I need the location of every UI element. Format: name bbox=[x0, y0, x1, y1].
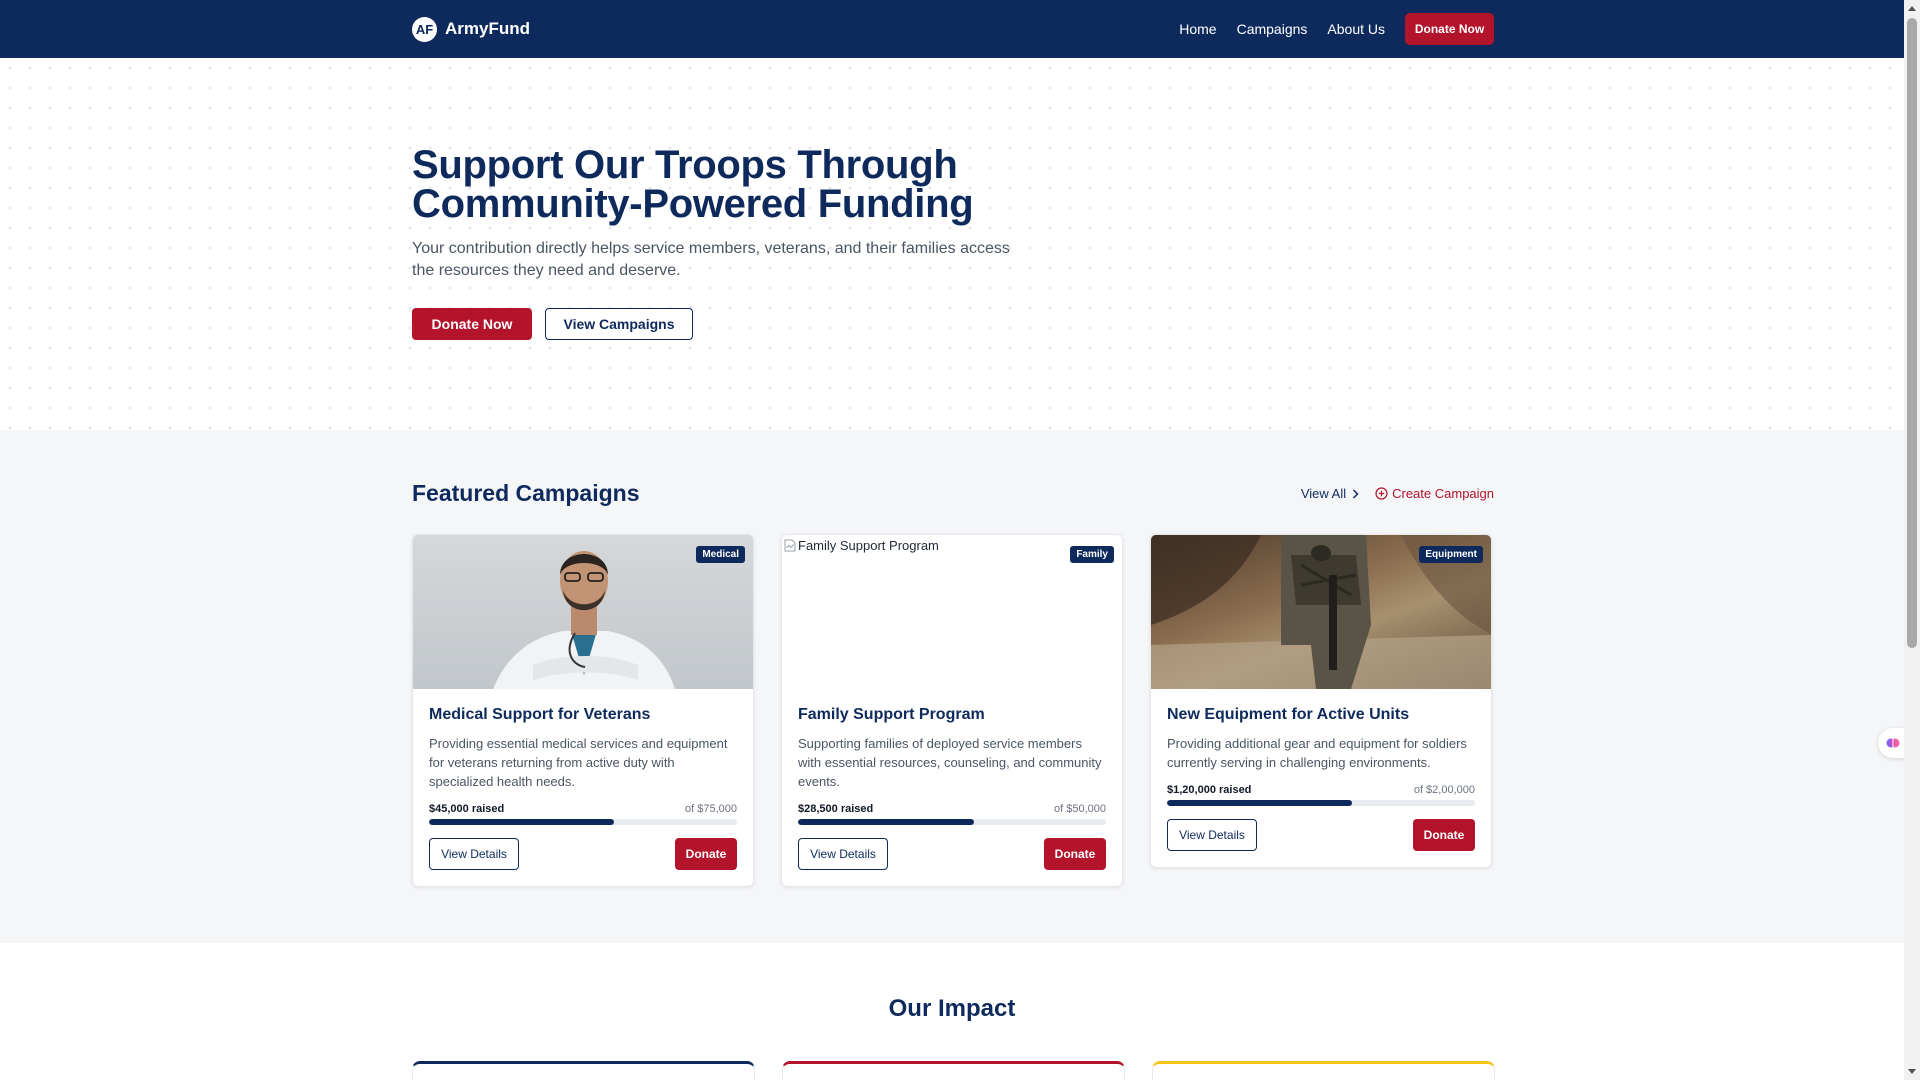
campaign-card-medical: Medical Medical Support for Veterans Pro… bbox=[412, 534, 754, 887]
progress-labels: $1,20,000 raised of $2,00,000 bbox=[1167, 784, 1475, 796]
hero-content: Support Our Troops Through Community-Pow… bbox=[412, 143, 1052, 340]
brand-logo[interactable]: AF ArmyFund bbox=[412, 16, 530, 42]
progress-bar bbox=[429, 819, 737, 825]
broken-image-icon bbox=[784, 539, 796, 552]
impact-card bbox=[412, 1061, 755, 1080]
scroll-down-arrow-icon[interactable] bbox=[1908, 1069, 1916, 1074]
donate-button[interactable]: Donate bbox=[675, 838, 737, 870]
progress-labels: $45,000 raised of $75,000 bbox=[429, 803, 737, 815]
navbar-inner: AF ArmyFund Home Campaigns About Us Dona… bbox=[412, 0, 1494, 58]
nav-link-home[interactable]: Home bbox=[1179, 21, 1216, 37]
broken-image: Family Support Program bbox=[784, 538, 939, 553]
impact-title: Our Impact bbox=[888, 995, 1016, 1022]
view-details-button[interactable]: View Details bbox=[429, 838, 519, 870]
raised-amount: $1,20,000 raised bbox=[1167, 784, 1252, 796]
logo-mark: AF bbox=[412, 16, 437, 42]
nav-links: Home Campaigns About Us Donate Now bbox=[1159, 13, 1494, 45]
progress-labels: $28,500 raised of $50,000 bbox=[798, 803, 1106, 815]
card-title: New Equipment for Active Units bbox=[1167, 706, 1410, 723]
progress-fill bbox=[429, 819, 614, 825]
view-details-button[interactable]: View Details bbox=[1167, 819, 1257, 851]
category-badge-equipment: Equipment bbox=[1419, 546, 1483, 563]
hero-view-campaigns-button[interactable]: View Campaigns bbox=[545, 308, 693, 340]
card-body: New Equipment for Active Units Providing… bbox=[1151, 689, 1491, 867]
hero-donate-button[interactable]: Donate Now bbox=[412, 308, 532, 340]
chevron-right-icon bbox=[1353, 488, 1359, 499]
scrollbar-thumb[interactable] bbox=[1907, 18, 1917, 648]
page-scrollbar[interactable] bbox=[1904, 0, 1920, 1080]
plus-circle-icon bbox=[1375, 487, 1388, 500]
card-title: Medical Support for Veterans bbox=[429, 706, 651, 723]
campaign-image-family: Family Support Program Family bbox=[782, 535, 1122, 689]
create-campaign-label: Create Campaign bbox=[1392, 486, 1494, 501]
brain-icon bbox=[1886, 738, 1900, 748]
nav-link-about[interactable]: About Us bbox=[1327, 21, 1385, 37]
hero-title: Support Our Troops Through Community-Pow… bbox=[412, 143, 1052, 226]
campaign-cards: Medical Medical Support for Veterans Pro… bbox=[412, 534, 1494, 887]
hero-subtitle: Your contribution directly helps service… bbox=[412, 240, 1010, 279]
card-actions: View Details Donate bbox=[798, 838, 1106, 870]
featured-header: Featured Campaigns View All Create Campa… bbox=[412, 480, 1494, 507]
view-all-label: View All bbox=[1300, 486, 1347, 501]
card-actions: View Details Donate bbox=[1167, 819, 1475, 851]
campaign-card-equipment: Equipment New Equipment for Active Units… bbox=[1150, 534, 1492, 868]
card-title: Family Support Program bbox=[798, 706, 985, 723]
progress-bar bbox=[798, 819, 1106, 825]
donate-button[interactable]: Donate bbox=[1044, 838, 1106, 870]
hero-title-line-1: Support Our Troops Through bbox=[412, 143, 958, 187]
card-body: Family Support Program Supporting famili… bbox=[782, 689, 1122, 886]
image-alt-text: Family Support Program bbox=[798, 538, 939, 553]
card-description: Supporting families of deployed service … bbox=[798, 736, 1102, 789]
featured-campaigns-section: Featured Campaigns View All Create Campa… bbox=[0, 430, 1904, 943]
progress-bar bbox=[1167, 800, 1475, 806]
card-description: Providing additional gear and equipment … bbox=[1167, 736, 1467, 770]
card-body: Medical Support for Veterans Providing e… bbox=[413, 689, 753, 886]
impact-cards bbox=[412, 1061, 1495, 1080]
create-campaign-link[interactable]: Create Campaign bbox=[1375, 486, 1494, 501]
impact-card bbox=[782, 1061, 1125, 1080]
card-description: Providing essential medical services and… bbox=[429, 736, 728, 789]
raised-amount: $28,500 raised bbox=[798, 803, 874, 815]
raised-amount: $45,000 raised bbox=[429, 803, 505, 815]
featured-links: View All Create Campaign bbox=[1301, 486, 1494, 501]
impact-card bbox=[1152, 1061, 1495, 1080]
hero-actions: Donate Now View Campaigns bbox=[412, 308, 1052, 340]
campaign-image-equipment: Equipment bbox=[1151, 535, 1491, 689]
featured-title: Featured Campaigns bbox=[412, 480, 640, 506]
view-details-button[interactable]: View Details bbox=[798, 838, 888, 870]
donate-button[interactable]: Donate bbox=[1413, 819, 1475, 851]
category-badge-family: Family bbox=[1070, 546, 1114, 563]
brand-name: ArmyFund bbox=[445, 19, 530, 38]
goal-amount: of $2,00,000 bbox=[1413, 784, 1475, 796]
hero-title-line-2: Community-Powered Funding bbox=[412, 182, 974, 226]
nav-link-campaigns[interactable]: Campaigns bbox=[1237, 21, 1308, 37]
campaign-card-family: Family Support Program Family Family Sup… bbox=[781, 534, 1123, 887]
top-navbar: AF ArmyFund Home Campaigns About Us Dona… bbox=[0, 0, 1904, 58]
impact-section: Our Impact bbox=[0, 943, 1904, 1080]
category-badge-medical: Medical bbox=[696, 546, 745, 563]
progress-fill bbox=[1167, 800, 1352, 806]
goal-amount: of $75,000 bbox=[685, 803, 737, 815]
card-actions: View Details Donate bbox=[429, 838, 737, 870]
campaign-image-medical: Medical bbox=[413, 535, 753, 689]
nav-donate-button[interactable]: Donate Now bbox=[1405, 13, 1494, 45]
hero-section: Support Our Troops Through Community-Pow… bbox=[0, 58, 1904, 430]
goal-amount: of $50,000 bbox=[1054, 803, 1106, 815]
scroll-up-arrow-icon[interactable] bbox=[1908, 6, 1916, 11]
view-all-link[interactable]: View All bbox=[1301, 486, 1359, 501]
progress-fill bbox=[798, 819, 974, 825]
